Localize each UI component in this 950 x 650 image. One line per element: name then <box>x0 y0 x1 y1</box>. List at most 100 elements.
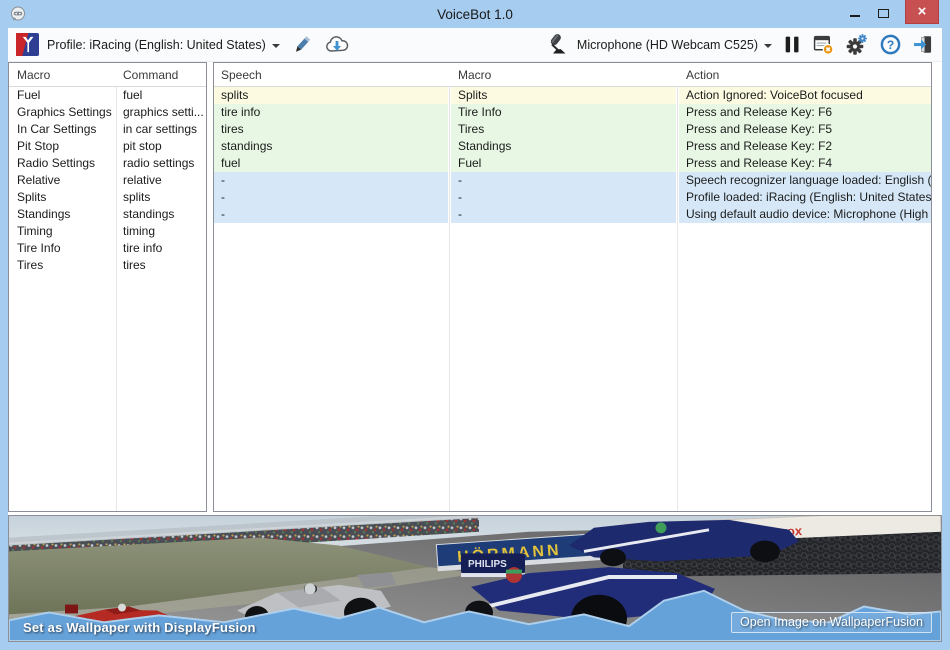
log-row[interactable]: - - Speech recognizer language loaded: Eng… <box>214 172 931 189</box>
speech-cell: - <box>221 190 225 204</box>
log-row[interactable]: - - Profile loaded: iRacing (English: Unit… <box>214 189 931 206</box>
table-row[interactable]: Radio Settingsradio settings <box>9 155 206 172</box>
toolbar: Profile: iRacing (English: United States… <box>8 28 942 62</box>
exit-door-icon <box>913 34 934 55</box>
macro-cell: Radio Settings <box>9 155 116 172</box>
macro-cell: Tires <box>458 122 484 136</box>
table-row[interactable]: Standingsstandings <box>9 206 206 223</box>
table-row[interactable]: Splitssplits <box>9 189 206 206</box>
header-action[interactable]: Action <box>679 68 931 82</box>
macro-cell: Timing <box>9 223 116 240</box>
profile-label: Profile: iRacing (English: United States… <box>47 38 266 52</box>
voicebot-logo-icon <box>16 33 39 56</box>
window-maximize-button[interactable] <box>869 0 897 26</box>
window-minimize-button[interactable] <box>841 0 869 26</box>
speech-cell: splits <box>221 88 248 102</box>
macro-cell: - <box>458 173 462 187</box>
pause-listening-button[interactable] <box>784 34 801 55</box>
minimize-icon <box>850 15 860 17</box>
command-cell: radio settings <box>116 155 206 172</box>
table-row[interactable]: Tire Infotire info <box>9 240 206 257</box>
macro-cell: Tires <box>9 257 116 274</box>
log-row[interactable]: - - Using default audio device: Microphone… <box>214 206 931 223</box>
table-row[interactable]: Graphics Settingsgraphics setti... <box>9 104 206 121</box>
log-row[interactable]: tiresTiresPress and Release Key: F5 <box>214 121 931 138</box>
log-row[interactable]: splits Splits Action Ignored: VoiceBot foc… <box>214 87 931 104</box>
speech-cell: standings <box>221 139 272 153</box>
exit-button[interactable] <box>913 34 934 55</box>
table-row[interactable]: Relativerelative <box>9 172 206 189</box>
macro-cell: Tire Info <box>458 105 502 119</box>
help-button[interactable]: ? <box>880 34 901 55</box>
microphone-dropdown[interactable]: Microphone (HD Webcam C525) <box>569 38 772 52</box>
macro-cell: Splits <box>458 88 487 102</box>
macro-cell: Relative <box>9 172 116 189</box>
macro-cell: In Car Settings <box>9 121 116 138</box>
table-row[interactable]: In Car Settingsin car settings <box>9 121 206 138</box>
commands-window-button[interactable] <box>813 34 834 55</box>
chevron-down-icon <box>764 44 772 48</box>
command-cell: in car settings <box>116 121 206 138</box>
set-wallpaper-link[interactable]: Set as Wallpaper with DisplayFusion <box>23 620 256 635</box>
panels-area: Macro Command Fuelfuel Graphics Settings… <box>8 62 942 512</box>
table-row[interactable]: Tirestires <box>9 257 206 274</box>
table-row[interactable]: Fuelfuel <box>9 87 206 104</box>
help-icon: ? <box>880 34 901 55</box>
command-cell: splits <box>116 189 206 206</box>
action-cell: Press and Release Key: F2 <box>686 139 832 153</box>
maximize-icon <box>878 9 889 18</box>
header-command[interactable]: Command <box>116 68 206 82</box>
edit-profile-button[interactable] <box>292 35 312 55</box>
macro-table-header: Macro Command <box>9 63 206 87</box>
macro-cell: Pit Stop <box>9 138 116 155</box>
action-cell: Speech recognizer language loaded: Engli… <box>686 173 931 187</box>
speech-cell: - <box>221 173 225 187</box>
commands-window-icon <box>813 34 834 55</box>
log-table-header: Speech Macro Action <box>214 63 931 87</box>
header-speech[interactable]: Speech <box>214 68 451 82</box>
command-cell: tires <box>116 257 206 274</box>
window-close-button[interactable]: × <box>905 0 939 24</box>
svg-text:?: ? <box>887 38 894 52</box>
pause-icon <box>784 34 801 55</box>
window-content: Profile: iRacing (English: United States… <box>8 28 942 642</box>
header-macro[interactable]: Macro <box>9 68 116 82</box>
close-icon: × <box>918 3 927 20</box>
action-cell: Profile loaded: iRacing (English: United… <box>686 190 931 204</box>
log-row[interactable]: tire info Tire Info Press and Release Key:… <box>214 104 931 121</box>
macro-cell: Graphics Settings <box>9 104 116 121</box>
action-cell: Press and Release Key: F6 <box>686 105 832 119</box>
speech-log-panel: Speech Macro Action splits Splits Action I… <box>213 62 932 512</box>
profile-dropdown[interactable]: Profile: iRacing (English: United States… <box>39 38 280 52</box>
macro-cell: Fuel <box>458 156 481 170</box>
command-cell: tire info <box>116 240 206 257</box>
svg-text:PHILIPS: PHILIPS <box>468 559 507 570</box>
action-cell: Press and Release Key: F5 <box>686 122 832 136</box>
log-row[interactable]: fuelFuelPress and Release Key: F4 <box>214 155 931 172</box>
speech-cell: - <box>221 207 225 221</box>
blue-race-car-rear <box>569 520 799 566</box>
macro-cell: Splits <box>9 189 116 206</box>
macro-cell: - <box>458 190 462 204</box>
app-window: VoiceBot 1.0 × Profile: iRacing (English… <box>0 0 950 650</box>
open-image-link[interactable]: Open Image on WallpaperFusion <box>731 612 932 633</box>
download-profiles-button[interactable] <box>324 34 350 55</box>
macro-rows: Fuelfuel Graphics Settingsgraphics setti… <box>9 87 206 274</box>
command-cell: fuel <box>116 87 206 104</box>
action-cell: Action Ignored: VoiceBot focused <box>686 88 863 102</box>
pencil-icon <box>292 35 312 55</box>
speech-cell: tire info <box>221 105 260 119</box>
table-row[interactable]: Pit Stoppit stop <box>9 138 206 155</box>
macro-cell: Standings <box>9 206 116 223</box>
log-rows: splits Splits Action Ignored: VoiceBot foc… <box>214 87 931 223</box>
settings-button[interactable] <box>846 34 868 56</box>
gear-icon <box>846 34 868 56</box>
action-cell: Using default audio device: Microphone (… <box>686 207 931 221</box>
action-cell: Press and Release Key: F4 <box>686 156 832 170</box>
cloud-download-icon <box>324 34 350 55</box>
header-macro[interactable]: Macro <box>451 68 679 82</box>
macro-cell: Standings <box>458 139 511 153</box>
log-row[interactable]: standings Standings Press and Release Key:… <box>214 138 931 155</box>
table-row[interactable]: Timingtiming <box>9 223 206 240</box>
macro-cell: - <box>458 207 462 221</box>
